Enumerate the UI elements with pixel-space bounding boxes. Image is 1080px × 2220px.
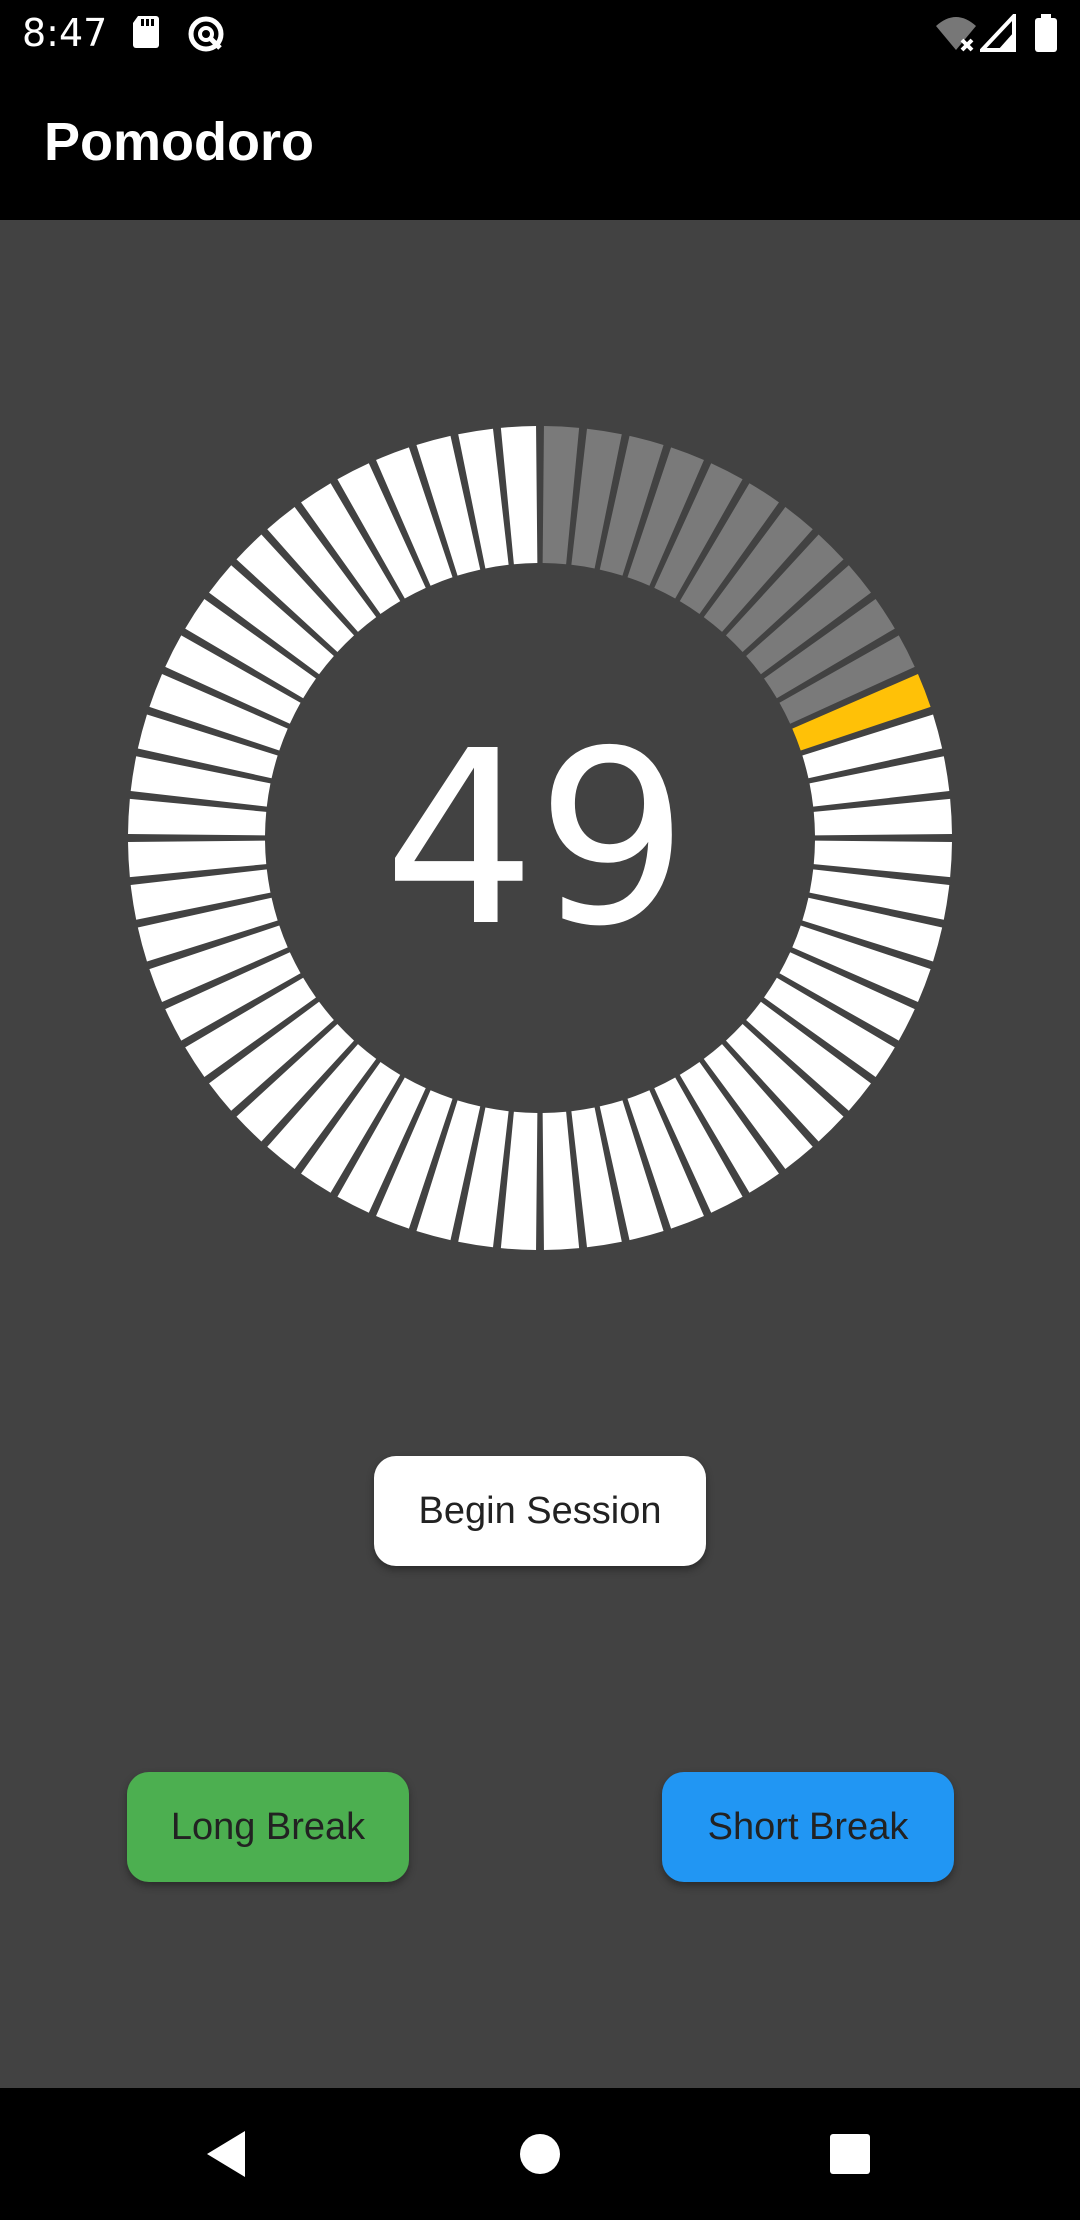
timer-segment	[542, 426, 580, 565]
back-button[interactable]	[126, 2088, 326, 2220]
timer-dial: 49	[128, 426, 952, 1250]
back-icon	[207, 2131, 245, 2177]
cellular-signal-icon	[977, 10, 1016, 57]
timer-segment	[128, 840, 267, 878]
home-icon	[520, 2134, 560, 2174]
long-break-button[interactable]: Long Break	[127, 1772, 409, 1882]
navigation-bar	[0, 2088, 1080, 2220]
timer-segment	[813, 840, 952, 878]
timer-segment	[128, 798, 267, 836]
page-title: Pomodoro	[44, 112, 314, 172]
sd-card-icon	[130, 14, 162, 55]
timer-value: 49	[383, 699, 688, 979]
recents-icon	[830, 2134, 870, 2174]
main-content: 49 Begin Session Long Break Short Break	[0, 220, 1080, 2088]
recents-button[interactable]	[750, 2088, 950, 2220]
status-bar: 8:47	[0, 0, 1080, 66]
wifi-no-internet-icon	[934, 14, 978, 59]
status-time: 8:47	[22, 11, 108, 55]
battery-icon	[1034, 14, 1058, 57]
sync-icon	[186, 14, 226, 59]
timer-segment	[813, 798, 952, 836]
timer-segment	[500, 1111, 538, 1250]
short-break-button[interactable]: Short Break	[662, 1772, 954, 1882]
app-bar: Pomodoro	[0, 66, 1080, 220]
home-button[interactable]	[440, 2088, 640, 2220]
timer-segment	[500, 426, 538, 565]
begin-session-button[interactable]: Begin Session	[374, 1456, 706, 1566]
timer-segment	[542, 1111, 580, 1250]
